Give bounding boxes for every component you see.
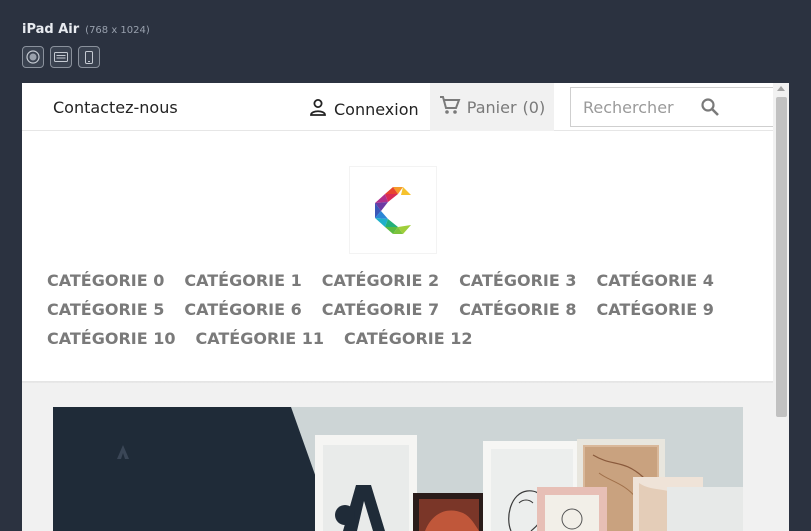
- device-size: (768 x 1024): [85, 25, 150, 36]
- scroll-thumb[interactable]: [776, 97, 787, 417]
- menu-item-category-5[interactable]: CATÉGORIE 5: [47, 300, 164, 320]
- shop-logo[interactable]: [349, 166, 437, 254]
- menu-item-category-0[interactable]: CATÉGORIE 0: [47, 271, 164, 291]
- search-icon[interactable]: [700, 97, 720, 117]
- menu-item-category-9[interactable]: CATÉGORIE 9: [597, 300, 714, 320]
- search-input[interactable]: [581, 96, 695, 118]
- login-link[interactable]: Connexion: [308, 97, 419, 121]
- menu-item-category-2[interactable]: CATÉGORIE 2: [322, 271, 439, 291]
- search-box: [570, 87, 780, 127]
- user-icon: [308, 97, 328, 121]
- hero-banner[interactable]: [53, 407, 743, 531]
- touch-icon[interactable]: [22, 46, 44, 68]
- phone-icon[interactable]: [78, 46, 100, 68]
- vertical-scrollbar[interactable]: [773, 83, 789, 531]
- menu-item-category-7[interactable]: CATÉGORIE 7: [322, 300, 439, 320]
- menu-item-category-6[interactable]: CATÉGORIE 6: [184, 300, 301, 320]
- keyboard-icon[interactable]: [50, 46, 72, 68]
- menu-item-category-4[interactable]: CATÉGORIE 4: [597, 271, 714, 291]
- menu-item-category-1[interactable]: CATÉGORIE 1: [184, 271, 301, 291]
- banner-image: [53, 407, 743, 531]
- menu-item-category-10[interactable]: CATÉGORIE 10: [47, 329, 176, 349]
- category-menu: CATÉGORIE 0 CATÉGORIE 1 CATÉGORIE 2 CATÉGOR…: [47, 271, 772, 349]
- cart-button[interactable]: Panier (0): [430, 83, 554, 131]
- menu-item-category-11[interactable]: CATÉGORIE 11: [196, 329, 325, 349]
- menu-item-category-3[interactable]: CATÉGORIE 3: [459, 271, 576, 291]
- login-label: Connexion: [334, 99, 419, 119]
- device-toolbar: iPad Air (768 x 1024): [22, 22, 150, 68]
- device-name: iPad Air: [22, 22, 80, 37]
- scroll-up-icon[interactable]: [777, 86, 785, 91]
- logo-icon: [375, 187, 411, 234]
- cart-label: Panier: [466, 97, 517, 117]
- menu-item-category-12[interactable]: CATÉGORIE 12: [344, 329, 473, 349]
- header-nav: Contactez-nous Connexion Panier (0): [22, 83, 780, 131]
- device-viewport: Contactez-nous Connexion Panier (0) Rech…: [22, 83, 789, 531]
- device-title: iPad Air (768 x 1024): [22, 22, 150, 37]
- device-icons: [22, 46, 150, 68]
- cart-count: (0): [522, 97, 546, 117]
- cart-icon: [439, 95, 461, 119]
- menu-item-category-8[interactable]: CATÉGORIE 8: [459, 300, 576, 320]
- contact-link[interactable]: Contactez-nous: [53, 98, 178, 117]
